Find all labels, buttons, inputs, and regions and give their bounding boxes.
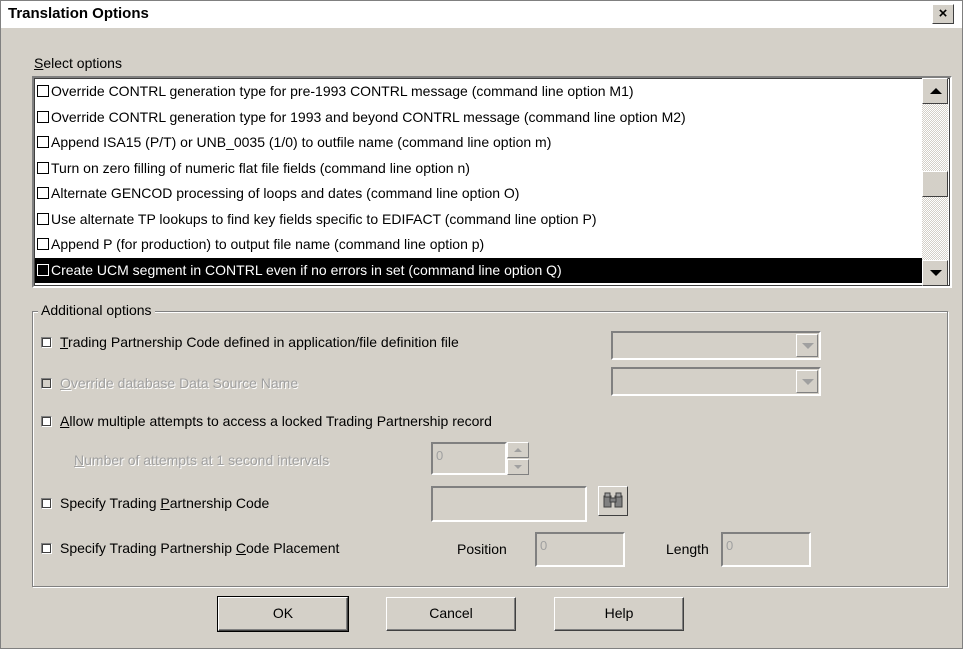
scroll-thumb[interactable] (922, 171, 948, 197)
checkbox[interactable] (37, 161, 49, 174)
attempts-spinner[interactable] (507, 442, 529, 475)
checkbox-box[interactable] (41, 416, 52, 427)
list-item-m1[interactable]: Override CONTRL generation type for pre-… (35, 79, 926, 105)
checkbox-box[interactable] (41, 543, 52, 554)
list-item-n[interactable]: Turn on zero filling of numeric flat fil… (35, 156, 926, 182)
close-button[interactable]: × (932, 4, 954, 24)
spin-down-arrow-icon (514, 465, 522, 469)
tp-code-input[interactable] (431, 486, 587, 522)
checkbox[interactable] (37, 187, 49, 199)
cancel-button[interactable]: Cancel (386, 597, 516, 631)
length-input[interactable]: 0 (721, 532, 811, 567)
list-item-q[interactable]: Create UCM segment in CONTRL even if no … (35, 257, 926, 283)
spin-up-arrow-icon (514, 448, 522, 452)
data-source-name-combo[interactable] (611, 367, 821, 396)
specify-tp-code-placement-checkbox[interactable]: Specify Trading Partnership Code Placeme… (41, 540, 339, 556)
select-options-label: Select options (34, 55, 122, 71)
ok-button[interactable]: OK (217, 596, 349, 632)
additional-options-legend: Additional options (38, 302, 155, 318)
checkbox-box[interactable] (41, 498, 52, 509)
checkbox[interactable] (37, 85, 49, 97)
position-label: Position (457, 541, 507, 557)
specify-tp-code-checkbox[interactable]: Specify Trading Partnership Code (41, 495, 269, 511)
spin-down-button[interactable] (507, 459, 529, 475)
vertical-scrollbar[interactable] (922, 78, 948, 286)
help-button[interactable]: Help (554, 597, 684, 631)
translation-options-dialog: Translation Options × Select options Ove… (0, 0, 963, 649)
scroll-up-button[interactable] (922, 78, 948, 104)
combo-dropdown-button[interactable] (796, 370, 818, 393)
tp-code-definition-combo[interactable] (611, 331, 821, 360)
spin-up-button[interactable] (507, 442, 529, 458)
list-item-m2[interactable]: Override CONTRL generation type for 1993… (35, 105, 926, 131)
length-label: Length (666, 541, 709, 557)
allow-multiple-attempts-checkbox[interactable]: Allow multiple attempts to access a lock… (41, 413, 492, 429)
checkbox[interactable] (37, 136, 49, 148)
list-item-p-upper[interactable]: Use alternate TP lookups to find key fie… (35, 207, 926, 233)
checkbox[interactable] (37, 238, 49, 250)
list-item-m[interactable]: Append ISA15 (P/T) or UNB_0035 (1/0) to … (35, 130, 926, 156)
number-of-attempts-label: Number of attempts at 1 second intervals (74, 452, 330, 468)
override-dsn-checkbox[interactable]: Override database Data Source Name (41, 375, 298, 391)
scroll-up-arrow-icon (930, 88, 942, 94)
title-bar: Translation Options × (1, 1, 962, 28)
checkbox[interactable] (37, 110, 49, 123)
checkbox[interactable] (37, 212, 49, 225)
checkbox-box[interactable] (41, 378, 52, 389)
combo-dropdown-button[interactable] (796, 334, 818, 357)
dialog-title: Translation Options (8, 5, 149, 22)
list-item-o[interactable]: Alternate GENCOD processing of loops and… (35, 181, 926, 207)
checkbox[interactable] (37, 263, 49, 276)
list-item-p-lower[interactable]: Append P (for production) to output file… (35, 232, 926, 258)
checkbox-box[interactable] (41, 337, 52, 348)
select-options-listbox[interactable]: Override CONTRL generation type for pre-… (32, 76, 952, 288)
number-of-attempts-input[interactable]: 0 (431, 442, 507, 475)
scroll-down-arrow-icon (930, 270, 942, 276)
chevron-down-icon (802, 343, 814, 349)
browse-button[interactable] (598, 486, 628, 516)
tp-code-defined-checkbox[interactable]: Trading Partnership Code defined in appl… (41, 334, 459, 350)
scroll-down-button[interactable] (922, 260, 948, 286)
chevron-down-icon (802, 379, 814, 385)
position-input[interactable]: 0 (535, 532, 625, 567)
binoculars-icon (603, 492, 623, 508)
options-list: Override CONTRL generation type for pre-… (35, 79, 926, 283)
